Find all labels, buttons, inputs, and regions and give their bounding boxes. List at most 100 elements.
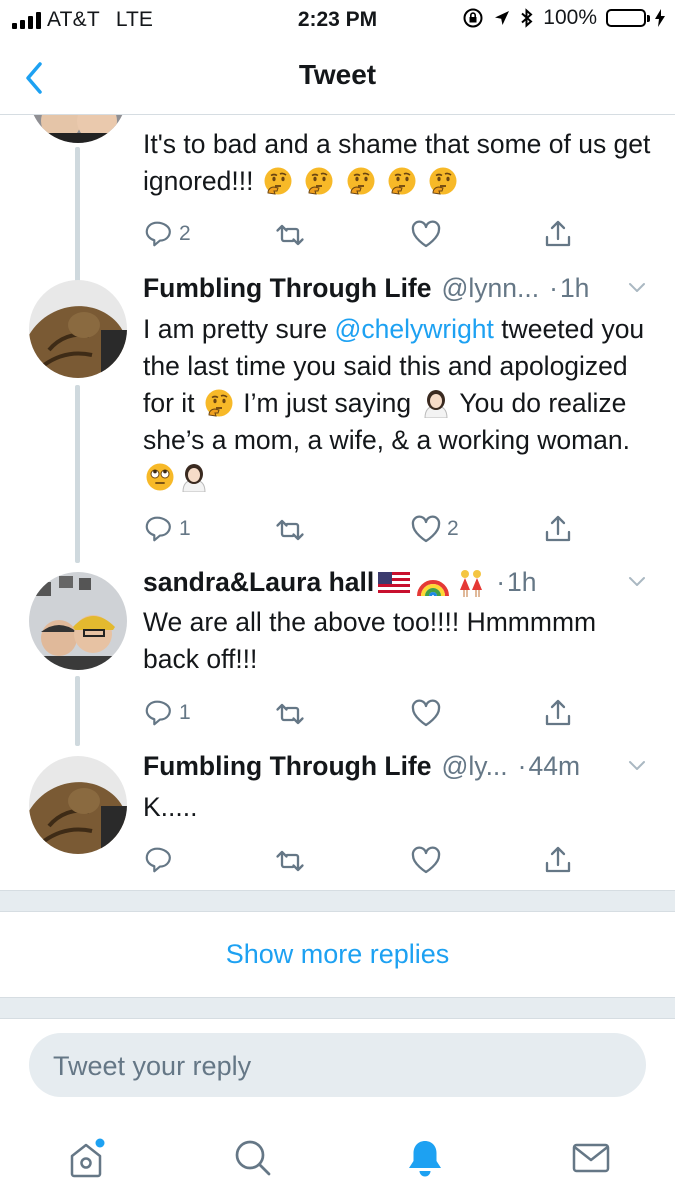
woman-facepalming-icon — [182, 463, 206, 492]
share-button[interactable] — [541, 513, 575, 545]
section-divider — [0, 997, 675, 1019]
share-button[interactable] — [541, 697, 575, 729]
share-icon — [545, 220, 571, 247]
author-name[interactable]: sandra&Laura hall — [143, 567, 374, 598]
reply-icon — [145, 847, 171, 873]
like-button[interactable] — [409, 697, 443, 729]
tab-search[interactable] — [223, 1128, 283, 1188]
tab-home[interactable] — [56, 1128, 116, 1188]
like-button[interactable] — [409, 844, 443, 876]
tweet-text: It's to bad and a shame that some of us … — [143, 126, 653, 200]
separator-dot: · — [517, 751, 527, 781]
avatar[interactable] — [29, 756, 127, 854]
thread-line — [75, 385, 80, 563]
notifications-bell-icon — [409, 1141, 441, 1177]
author-handle[interactable]: @ly... — [442, 751, 508, 782]
messages-envelope-icon — [572, 1143, 610, 1173]
author-name[interactable]: Fumbling Through Life — [143, 751, 432, 782]
home-icon — [70, 1138, 105, 1178]
tab-bar — [0, 1112, 675, 1200]
tweet-time: 1h — [507, 567, 537, 597]
tweet-header: sandra&Laura hall · 1h — [143, 567, 647, 598]
reply-button[interactable]: 1 — [143, 513, 191, 545]
thinking-face-icon — [387, 166, 417, 196]
retweet-icon — [276, 224, 304, 246]
tweet-header: Fumbling Through Life @lynn... · 1h — [143, 273, 647, 304]
reply-button[interactable]: 2 — [143, 218, 191, 250]
chevron-down-icon[interactable] — [627, 278, 647, 298]
share-button[interactable] — [541, 844, 575, 876]
like-button[interactable]: 2 — [409, 513, 459, 545]
retweet-icon — [276, 519, 304, 541]
reply-button[interactable]: 1 — [143, 697, 191, 729]
reply-button[interactable] — [143, 844, 175, 876]
separator-dot: · — [496, 567, 506, 597]
reply-icon — [145, 516, 171, 542]
show-more-replies-link[interactable]: Show more replies — [0, 911, 675, 997]
nav-bar: Tweet — [0, 40, 675, 115]
tweet-header: Fumbling Through Life @ly... · 44m — [143, 751, 647, 782]
retweet-button[interactable] — [273, 844, 307, 876]
rainbow-icon — [417, 579, 450, 596]
tweet-text: K..... — [143, 792, 198, 822]
location-arrow-icon — [495, 11, 510, 25]
heart-icon — [411, 699, 441, 727]
chevron-down-icon[interactable] — [627, 756, 647, 776]
mention-link[interactable]: @chelywright — [334, 314, 493, 344]
reply-icon — [145, 700, 171, 726]
retweet-button[interactable] — [273, 218, 307, 250]
rolling-eyes-icon — [145, 462, 175, 492]
avatar[interactable] — [29, 572, 127, 670]
author-name[interactable]: Fumbling Through Life — [143, 273, 432, 304]
reply-count: 2 — [179, 222, 191, 245]
tweet-actions: 2 — [143, 218, 583, 252]
tweet-time: 44m — [528, 751, 581, 781]
chevron-down-icon[interactable] — [627, 572, 647, 592]
bluetooth-icon — [521, 8, 533, 28]
tweet-actions: 1 2 — [143, 513, 583, 547]
share-icon — [545, 699, 571, 726]
section-divider — [0, 890, 675, 912]
page-title: Tweet — [298, 59, 377, 90]
battery-icon — [606, 9, 650, 27]
heart-icon — [411, 515, 441, 543]
thinking-face-icon — [204, 388, 234, 418]
tweet-reply-input[interactable] — [51, 1033, 625, 1099]
separator-dot: · — [549, 273, 558, 303]
tweet-actions: 1 — [143, 697, 583, 731]
thinking-face-icon — [346, 166, 376, 196]
tweet-text-part: I am pretty sure — [143, 314, 335, 344]
like-button[interactable] — [409, 218, 443, 250]
two-women-holding-hands-icon — [460, 569, 483, 597]
thread-line — [75, 676, 80, 746]
reply-icon — [145, 221, 171, 247]
tab-notifications[interactable] — [395, 1128, 455, 1188]
battery-percent: 100% — [543, 6, 597, 29]
author-handle[interactable]: @lynn... — [442, 273, 540, 304]
tab-messages[interactable] — [561, 1128, 621, 1188]
reply-composer[interactable] — [29, 1033, 646, 1099]
heart-icon — [411, 846, 441, 874]
avatar[interactable] — [29, 115, 127, 143]
share-button[interactable] — [541, 218, 575, 250]
heart-icon — [411, 220, 441, 248]
thread-line — [75, 147, 80, 284]
like-count: 2 — [447, 517, 459, 540]
charging-bolt-icon — [655, 9, 665, 27]
woman-shrugging-icon — [424, 389, 448, 418]
thinking-emoji-group — [261, 166, 461, 196]
status-bar: AT&T LTE 2:23 PM 100% — [0, 0, 675, 40]
retweet-icon — [276, 703, 304, 725]
share-icon — [545, 846, 571, 873]
reply-count: 1 — [179, 701, 191, 724]
lock-rotation-icon — [463, 8, 483, 28]
tweet-text-part: I’m just saying — [235, 388, 419, 418]
avatar[interactable] — [29, 280, 127, 378]
status-right: 100% — [462, 6, 665, 30]
search-icon — [235, 1140, 271, 1176]
retweet-icon — [276, 850, 304, 872]
name-emoji-group — [378, 568, 486, 598]
retweet-button[interactable] — [273, 697, 307, 729]
tweet-text: We are all the above too!!!! Hmmmmm back… — [143, 607, 597, 674]
retweet-button[interactable] — [273, 513, 307, 545]
